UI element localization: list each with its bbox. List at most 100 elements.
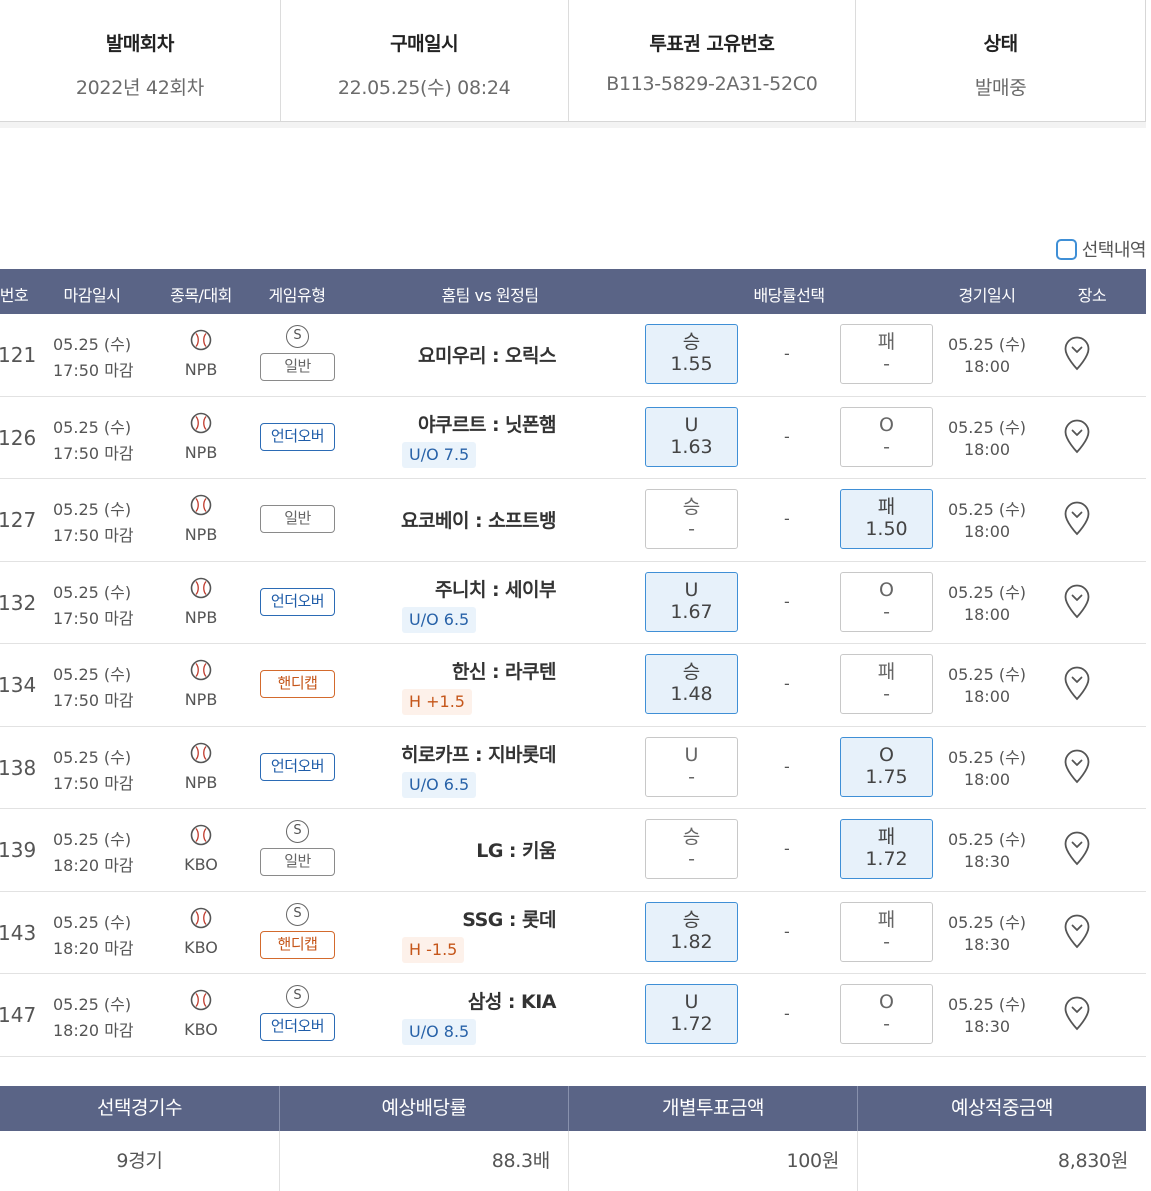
away-team: 롯데 (522, 908, 556, 931)
location-pin-icon[interactable] (1064, 584, 1090, 620)
deadline-date: 05.25 (수) (53, 747, 132, 767)
odds-value: - (883, 600, 890, 623)
odds-option-second[interactable]: 패- (840, 654, 933, 714)
odds-option-first[interactable]: 승 1.55 (645, 324, 738, 384)
location-pin-icon[interactable] (1064, 419, 1090, 455)
home-team: 히로카프 (401, 743, 469, 766)
odds-value: 1.72 (865, 848, 908, 870)
game-date: 05.25 (수) (947, 912, 1027, 932)
odds-label: 패 (877, 661, 896, 683)
game-date: 05.25 (수) (947, 830, 1027, 849)
summary-games-value: 9경기 (0, 1131, 280, 1191)
game-row: 147 05.25 (수) 18:20 마감 KBO S 언더오버 삼성: KIA U/O 8.… (0, 974, 1146, 1057)
league-name: NPB (184, 690, 218, 709)
odds-value: - (883, 435, 890, 458)
select-history-checkbox[interactable] (1055, 238, 1077, 260)
away-team: 소프트뱅 (488, 510, 556, 532)
game-number: 126 (0, 425, 37, 450)
deadline-date: 05.25 (수) (53, 995, 132, 1014)
summary-col-payout: 예상적중금액 (951, 1097, 1053, 1119)
location-pin-icon[interactable] (1064, 996, 1090, 1032)
away-team: 세이부 (505, 578, 556, 601)
game-number: 134 (0, 673, 37, 697)
odds-option-second[interactable]: 패- (840, 901, 933, 962)
odds-option-second[interactable]: O- (840, 571, 933, 632)
info-purchase-date-value: 22.05.25(수) 08:24 (337, 77, 511, 99)
odds-option-first[interactable]: 승 1.82 (645, 901, 738, 962)
odds-option-second[interactable]: O- (840, 984, 933, 1044)
col-venue: 장소 (1077, 286, 1107, 305)
odds-option-first[interactable]: U 1.63 (645, 406, 738, 467)
game-time: 18:00 (963, 522, 1011, 541)
odds-label: O (879, 991, 894, 1013)
odds-option-first[interactable]: U 1.72 (645, 984, 738, 1044)
away-team: 닛폰햄 (505, 413, 556, 436)
summary-table: 선택경기수 예상배당률 개별투표금액 예상적중금액 9경기 88.3배 100원… (0, 1086, 1146, 1191)
match-teams: 한신: 라쿠텐 (290, 657, 557, 684)
odds-label: 패 (877, 908, 896, 931)
match-teams: 요미우리: 오릭스 (290, 341, 556, 368)
summary-payout-value: 8,830원 (1057, 1150, 1128, 1172)
match-teams: 주니치: 세이부 (290, 575, 557, 602)
col-teams: 홈팀 vs 원정팀 (441, 286, 539, 305)
home-team: 주니치 (434, 578, 486, 601)
odds-label: U (684, 578, 699, 601)
odds-option-first[interactable]: U 1.67 (645, 571, 738, 632)
game-type-badge: 핸디캡 (260, 930, 335, 959)
info-ticket-id-value: B113-5829-2A31-52C0 (606, 73, 818, 95)
team-separator: : (491, 661, 500, 683)
odds-value: - (883, 353, 890, 375)
location-pin-icon[interactable] (1064, 666, 1090, 702)
info-purchase-date-label: 구매일시 (390, 33, 459, 55)
game-date: 05.25 (수) (947, 665, 1027, 684)
info-status-value: 발매중 (974, 77, 1027, 99)
line-badge: U/O 7.5 (402, 441, 477, 468)
league-name: KBO (184, 937, 218, 957)
odds-option-second[interactable]: 패 1.72 (840, 819, 933, 879)
game-number: 143 (0, 920, 37, 945)
deadline-time: 17:50 마감 (53, 773, 134, 793)
location-pin-icon[interactable] (1064, 501, 1090, 537)
game-row: 132 05.25 (수) 17:50 마감 NPB 언더오버 주니치: 세이부 U/O 6.… (0, 562, 1146, 644)
away-team: 오릭스 (505, 345, 556, 367)
info-purchase-date: 구매일시 22.05.25(수) 08:24 (281, 0, 569, 121)
odds-label: 패 (877, 331, 896, 353)
game-time: 18:00 (963, 439, 1011, 459)
game-row: 127 05.25 (수) 17:50 마감 NPB 일반 요코베이: 소프트뱅 승 - - 패 1.… (0, 479, 1146, 562)
odds-option-first[interactable]: 승- (645, 819, 738, 879)
location-pin-icon[interactable] (1064, 336, 1090, 372)
odds-option-first[interactable]: U- (645, 736, 738, 797)
location-pin-icon[interactable] (1064, 914, 1090, 950)
game-time: 18:00 (963, 769, 1011, 789)
home-team: 요코베이 (401, 510, 469, 532)
odds-value: 1.82 (670, 930, 713, 953)
league-name: NPB (184, 442, 218, 462)
game-date: 05.25 (수) (947, 995, 1027, 1014)
draw-odds: - (784, 756, 790, 776)
game-number: 121 (0, 343, 37, 367)
league-name: NPB (184, 607, 218, 627)
col-gametype: 게임유형 (268, 286, 326, 305)
home-team: 한신 (451, 661, 486, 683)
league-name: NPB (184, 525, 218, 544)
select-history-toggle[interactable]: 선택내역 (1055, 236, 1147, 262)
odds-value: - (883, 1013, 890, 1035)
odds-option-second[interactable]: 패 1.50 (840, 489, 933, 549)
summary-col-games: 선택경기수 (0, 1086, 280, 1131)
game-date: 05.25 (수) (947, 417, 1027, 437)
draw-odds: - (784, 426, 790, 446)
league-name: NPB (184, 360, 218, 379)
location-pin-icon[interactable] (1064, 749, 1090, 785)
game-row: 121 05.25 (수) 17:50 마감 NPB S 일반 요미우리: 오릭스 승 1.55-… (0, 314, 1146, 397)
odds-option-second[interactable]: O- (840, 406, 933, 467)
deadline-date: 05.25 (수) (53, 582, 132, 602)
odds-option-second[interactable]: 패- (840, 324, 933, 384)
col-sport: 종목/대회 (170, 286, 232, 305)
game-number: 138 (0, 755, 37, 780)
info-round: 발매회차 2022년 42회차 (0, 0, 281, 121)
location-pin-icon[interactable] (1064, 831, 1090, 867)
odds-option-second[interactable]: O 1.75 (840, 736, 933, 797)
odds-option-first[interactable]: 승 1.48 (645, 654, 738, 714)
odds-option-first[interactable]: 승- (645, 489, 738, 549)
odds-label: O (879, 743, 894, 766)
